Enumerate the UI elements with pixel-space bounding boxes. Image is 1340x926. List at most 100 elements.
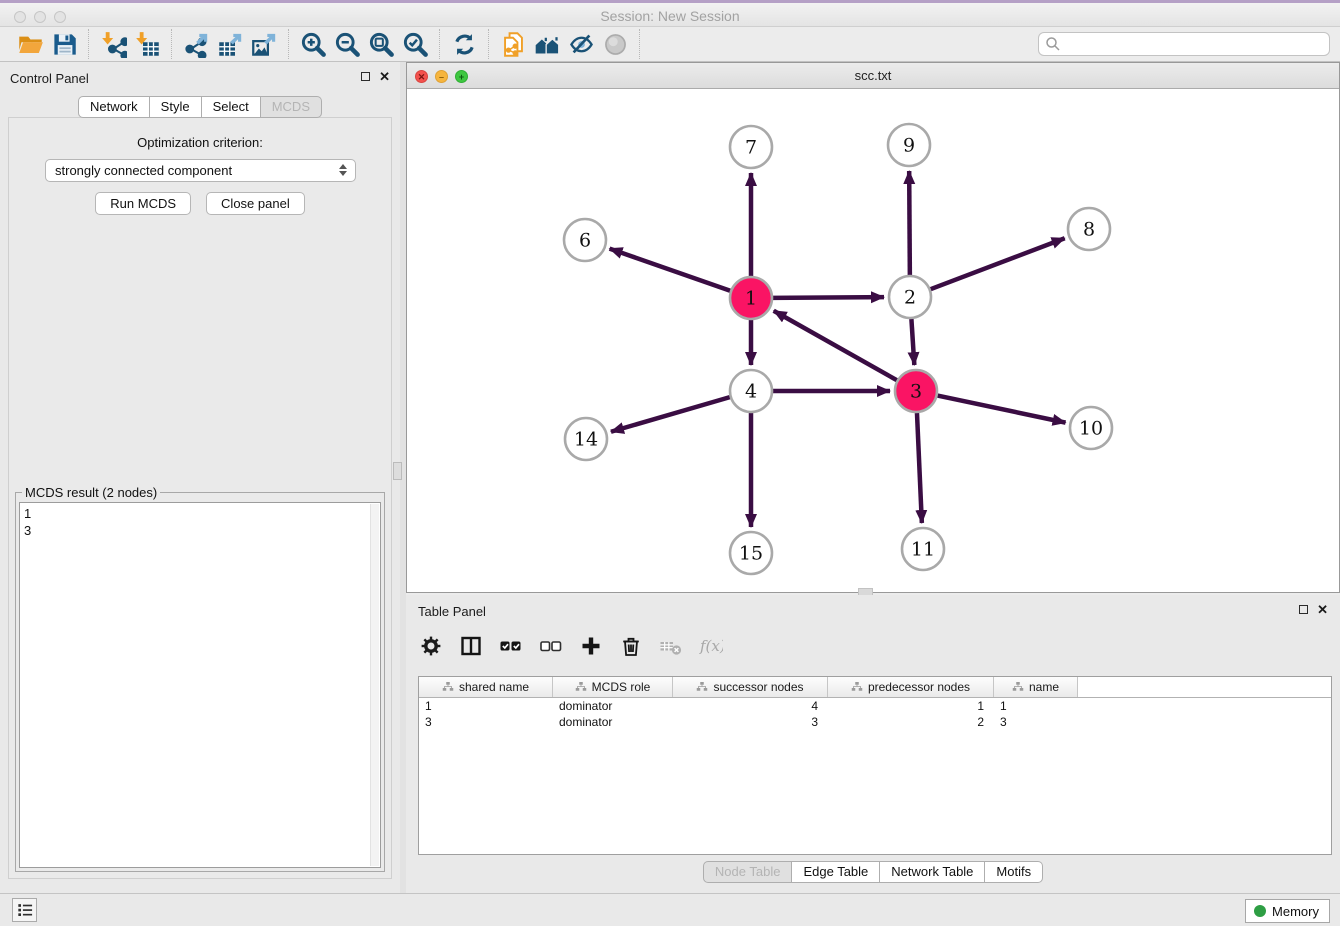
edge-3-11[interactable] xyxy=(917,413,922,523)
gear-button[interactable] xyxy=(418,633,444,659)
svg-text:11: 11 xyxy=(911,539,935,561)
toolbar-group xyxy=(6,29,89,59)
import-table-button[interactable] xyxy=(130,30,164,58)
table-close-icon[interactable]: ✕ xyxy=(1317,604,1328,615)
column-header-predecessor-nodes[interactable]: predecessor nodes xyxy=(828,677,994,697)
table-cell[interactable]: 3 xyxy=(994,714,1078,730)
node-2[interactable]: 2 xyxy=(889,276,931,318)
table-cell[interactable]: dominator xyxy=(553,698,673,714)
edge-1-6[interactable] xyxy=(610,249,731,291)
node-10[interactable]: 10 xyxy=(1070,407,1112,449)
edge-3-1[interactable] xyxy=(774,311,897,380)
tab-select[interactable]: Select xyxy=(202,96,261,118)
refresh-button[interactable] xyxy=(447,30,481,58)
node-table[interactable]: shared nameMCDS rolesuccessor nodesprede… xyxy=(418,676,1332,855)
edge-2-8[interactable] xyxy=(931,238,1065,289)
column-header-MCDS-role[interactable]: MCDS role xyxy=(553,677,673,697)
trash-button[interactable] xyxy=(618,633,644,659)
add-button[interactable] xyxy=(578,633,604,659)
tab-node-table[interactable]: Node Table xyxy=(703,861,793,883)
table-cell[interactable]: 2 xyxy=(828,714,994,730)
columns-button[interactable] xyxy=(458,633,484,659)
export-network-button[interactable] xyxy=(179,30,213,58)
save-icon xyxy=(51,31,78,58)
save-button[interactable] xyxy=(47,30,81,58)
home-button[interactable] xyxy=(530,30,564,58)
hide-glyphs-button[interactable] xyxy=(564,30,598,58)
node-table-header: shared nameMCDS rolesuccessor nodesprede… xyxy=(419,677,1331,698)
node-8[interactable]: 8 xyxy=(1068,208,1110,250)
node-4[interactable]: 4 xyxy=(730,370,772,412)
edge-4-14[interactable] xyxy=(611,397,730,432)
criterion-select[interactable]: strongly connected component xyxy=(45,159,356,182)
search-field xyxy=(1038,32,1330,56)
tab-motifs[interactable]: Motifs xyxy=(985,861,1043,883)
edge-2-9[interactable] xyxy=(909,171,910,275)
export-image-button[interactable] xyxy=(247,30,281,58)
criterion-value: strongly connected component xyxy=(55,163,232,178)
zoom-selected-button[interactable] xyxy=(398,30,432,58)
svg-text:2: 2 xyxy=(904,287,916,309)
node-6[interactable]: 6 xyxy=(564,219,606,261)
tab-network-table[interactable]: Network Table xyxy=(880,861,985,883)
table-float-icon[interactable] xyxy=(1299,605,1308,614)
edge-1-2[interactable] xyxy=(773,297,884,298)
table-cell[interactable]: 1 xyxy=(994,698,1078,714)
close-panel-icon[interactable]: ✕ xyxy=(379,71,390,82)
splitter-grip[interactable] xyxy=(393,462,402,480)
tab-mcds[interactable]: MCDS xyxy=(261,96,322,118)
table-cell[interactable]: 1 xyxy=(419,698,553,714)
close-panel-button[interactable]: Close panel xyxy=(206,192,305,215)
node-7[interactable]: 7 xyxy=(730,126,772,168)
zoom-out-button[interactable] xyxy=(330,30,364,58)
network-canvas[interactable]: 7 9 6 8 1 2 4 3 14 10 15 11 xyxy=(407,89,1339,592)
open-file-button[interactable] xyxy=(13,30,47,58)
import-network-button[interactable] xyxy=(96,30,130,58)
mcds-result-title: MCDS result (2 nodes) xyxy=(22,485,160,500)
float-panel-icon[interactable] xyxy=(361,72,370,81)
memory-button[interactable]: Memory xyxy=(1245,899,1330,923)
node-15[interactable]: 15 xyxy=(730,532,772,574)
network-from-file-button[interactable] xyxy=(496,30,530,58)
node-14[interactable]: 14 xyxy=(565,418,607,460)
column-header-shared-name[interactable]: shared name xyxy=(419,677,553,697)
search-input[interactable] xyxy=(1038,32,1330,56)
export-table-button[interactable] xyxy=(213,30,247,58)
zoom-selected-icon xyxy=(402,31,429,58)
deselect-all-button[interactable] xyxy=(538,633,564,659)
control-panel: Control Panel ✕ NetworkStyleSelectMCDS O… xyxy=(0,62,400,893)
node-11[interactable]: 11 xyxy=(902,528,944,570)
ui-settings-button[interactable] xyxy=(12,898,37,922)
tab-style[interactable]: Style xyxy=(150,96,202,118)
tab-network[interactable]: Network xyxy=(78,96,150,118)
edge-3-10[interactable] xyxy=(938,396,1066,423)
table-cell[interactable]: dominator xyxy=(553,714,673,730)
node-9[interactable]: 9 xyxy=(888,124,930,166)
control-panel-title: Control Panel xyxy=(10,71,89,86)
column-header-successor-nodes[interactable]: successor nodes xyxy=(673,677,828,697)
node-3[interactable]: 3 xyxy=(895,370,937,412)
edge-2-3[interactable] xyxy=(911,319,914,365)
table-tabs: Node TableEdge TableNetwork TableMotifs xyxy=(406,861,1340,883)
run-mcds-button[interactable]: Run MCDS xyxy=(95,192,191,215)
svg-text:6: 6 xyxy=(579,230,591,252)
list-icon xyxy=(15,900,35,920)
table-cell[interactable]: 3 xyxy=(419,714,553,730)
table-row[interactable]: 1dominator411 xyxy=(419,698,1331,714)
node-1[interactable]: 1 xyxy=(730,277,772,319)
svg-text:15: 15 xyxy=(739,543,763,565)
show-glyphs-button[interactable] xyxy=(598,30,632,58)
tab-edge-table[interactable]: Edge Table xyxy=(792,861,880,883)
select-all-button[interactable] xyxy=(498,633,524,659)
column-header-name[interactable]: name xyxy=(994,677,1078,697)
table-row[interactable]: 3dominator323 xyxy=(419,714,1331,730)
zoom-fit-button[interactable] xyxy=(364,30,398,58)
table-cell[interactable]: 1 xyxy=(828,698,994,714)
zoom-in-button[interactable] xyxy=(296,30,330,58)
table-cell[interactable]: 3 xyxy=(673,714,828,730)
network-window-titlebar[interactable]: ✕ – + scc.txt xyxy=(407,63,1339,89)
mcds-result-scrollbar[interactable] xyxy=(370,504,379,866)
mcds-result-text[interactable]: 1 3 xyxy=(19,502,381,868)
table-cell[interactable]: 4 xyxy=(673,698,828,714)
gear-icon xyxy=(419,634,443,658)
